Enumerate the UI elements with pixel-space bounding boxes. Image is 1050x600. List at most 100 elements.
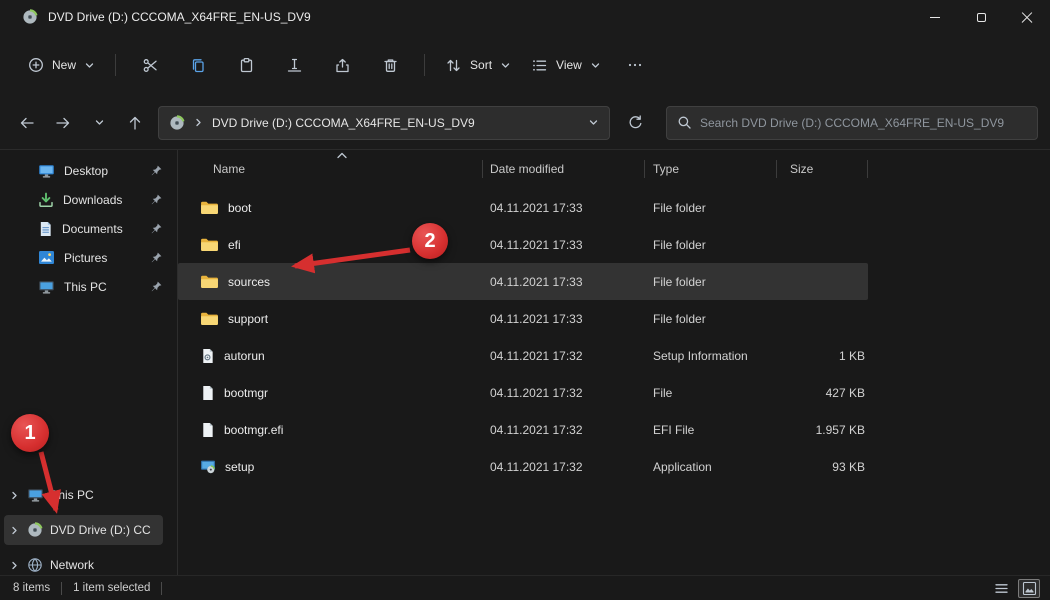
cut-button[interactable] (131, 47, 169, 83)
thumbnail-view-icon (1022, 581, 1037, 596)
file-row-boot[interactable]: boot04.11.2021 17:33File folder (178, 189, 868, 226)
pin-icon (150, 164, 163, 177)
column-header-type[interactable]: Type (645, 153, 777, 185)
new-button[interactable]: New (18, 47, 105, 83)
thispc-icon (38, 279, 55, 295)
file-row-bootmgr-efi[interactable]: bootmgr.efi04.11.2021 17:32EFI File1.957… (178, 411, 868, 448)
minimize-button[interactable] (912, 0, 958, 34)
downloads-icon (38, 192, 54, 208)
details-view-button[interactable] (990, 579, 1012, 598)
forward-icon (54, 114, 72, 132)
desktop-icon (38, 163, 55, 179)
chevron-right-icon (193, 117, 204, 128)
column-header-name[interactable]: Name (178, 153, 483, 185)
pin-icon (150, 193, 163, 206)
file-row-setup[interactable]: setup04.11.2021 17:32Application93 KB (178, 448, 868, 485)
file-date: 04.11.2021 17:32 (483, 423, 645, 437)
column-header-date-modified[interactable]: Date modified (483, 153, 645, 185)
column-header-label: Date modified (490, 162, 564, 176)
selection-count: 1 item selected (73, 582, 150, 594)
copy-button[interactable] (179, 47, 217, 83)
file-row-bootmgr[interactable]: bootmgr04.11.2021 17:32File427 KB (178, 374, 868, 411)
refresh-button[interactable] (618, 106, 652, 140)
close-button[interactable] (1004, 0, 1050, 34)
file-name-cell: sources (178, 274, 483, 289)
file-type: Setup Information (645, 349, 777, 363)
file-name-cell: boot (178, 200, 483, 215)
file-row-support[interactable]: support04.11.2021 17:33File folder (178, 300, 868, 337)
sidebar-item-desktop[interactable]: Desktop (0, 156, 177, 185)
address-bar[interactable]: DVD Drive (D:) CCCOMA_X64FRE_EN-US_DV9 (158, 106, 610, 140)
search-box[interactable] (666, 106, 1038, 140)
file-date: 04.11.2021 17:32 (483, 460, 645, 474)
refresh-icon (627, 114, 644, 131)
file-date: 04.11.2021 17:33 (483, 312, 645, 326)
column-header-size[interactable]: Size (777, 153, 868, 185)
chevron-down-icon (94, 117, 105, 128)
pictures-icon (38, 250, 55, 265)
window-controls (912, 0, 1050, 34)
tree-item-this-pc[interactable]: This PC (4, 480, 163, 510)
chevron-down-icon[interactable] (588, 117, 599, 128)
chevron-down-icon (84, 60, 95, 71)
file-date: 04.11.2021 17:33 (483, 275, 645, 289)
dvd-drive-icon (22, 9, 38, 25)
column-header-label: Size (790, 162, 813, 176)
plus-circle-icon (28, 57, 44, 73)
sidebar-item-documents[interactable]: Documents (0, 214, 177, 243)
pin-icon (150, 222, 163, 235)
toolbar-separator (115, 54, 116, 76)
copy-icon (190, 57, 207, 74)
column-header-label: Name (213, 162, 245, 176)
see-more-button[interactable] (616, 47, 654, 83)
delete-button[interactable] (371, 47, 409, 83)
file-date: 04.11.2021 17:33 (483, 238, 645, 252)
recent-locations-button[interactable] (82, 106, 116, 140)
file-name: setup (225, 460, 254, 474)
annotation-badge-1: 1 (11, 414, 49, 452)
view-button[interactable]: View (521, 47, 611, 83)
sort-icon (445, 57, 462, 74)
tree-item-dvd-drive-d-cc[interactable]: DVD Drive (D:) CC (4, 515, 163, 545)
file-date: 04.11.2021 17:32 (483, 349, 645, 363)
forward-button[interactable] (46, 106, 80, 140)
sidebar-item-this-pc[interactable]: This PC (0, 272, 177, 301)
paste-button[interactable] (227, 47, 265, 83)
file-name: sources (228, 275, 270, 289)
share-button[interactable] (323, 47, 361, 83)
chevron-right-icon (9, 525, 20, 536)
file-type: File (645, 386, 777, 400)
sidebar-item-pictures[interactable]: Pictures (0, 243, 177, 272)
file-name: bootmgr (224, 386, 268, 400)
status-bar: 8 items 1 item selected (0, 575, 1050, 600)
sidebar-item-downloads[interactable]: Downloads (0, 185, 177, 214)
up-button[interactable] (118, 106, 152, 140)
chevron-right-icon (9, 560, 20, 571)
back-button[interactable] (10, 106, 44, 140)
file-rows: boot04.11.2021 17:33File folderefi04.11.… (178, 189, 1050, 485)
maximize-button[interactable] (958, 0, 1004, 34)
file-list: NameDate modifiedTypeSize boot04.11.2021… (178, 150, 1050, 575)
folder-tree: This PCDVD Drive (D:) CCNetwork (0, 480, 177, 585)
file-row-efi[interactable]: efi04.11.2021 17:33File folder (178, 226, 868, 263)
file-icon (200, 385, 215, 401)
rename-button[interactable] (275, 47, 313, 83)
paste-icon (238, 57, 255, 74)
file-type: EFI File (645, 423, 777, 437)
toolbar-icon-buttons (126, 47, 414, 83)
close-icon (1021, 11, 1033, 23)
file-icon (200, 422, 215, 438)
file-row-autorun[interactable]: autorun04.11.2021 17:32Setup Information… (178, 337, 868, 374)
sort-button-label: Sort (470, 58, 492, 72)
file-name-cell: support (178, 311, 483, 326)
file-row-sources[interactable]: sources04.11.2021 17:33File folder (178, 263, 868, 300)
address-breadcrumb[interactable]: DVD Drive (D:) CCCOMA_X64FRE_EN-US_DV9 (212, 116, 580, 130)
column-headers: Name Date modified Type Size (178, 153, 1050, 185)
sort-button[interactable]: Sort (435, 47, 521, 83)
command-bar: New Sort View (0, 34, 1050, 96)
navigation-bar: DVD Drive (D:) CCCOMA_X64FRE_EN-US_DV9 (0, 96, 1050, 150)
chevron-down-icon (500, 60, 511, 71)
search-input[interactable] (700, 116, 1027, 130)
thumbnail-view-button[interactable] (1018, 579, 1040, 598)
app-icon (200, 459, 216, 475)
